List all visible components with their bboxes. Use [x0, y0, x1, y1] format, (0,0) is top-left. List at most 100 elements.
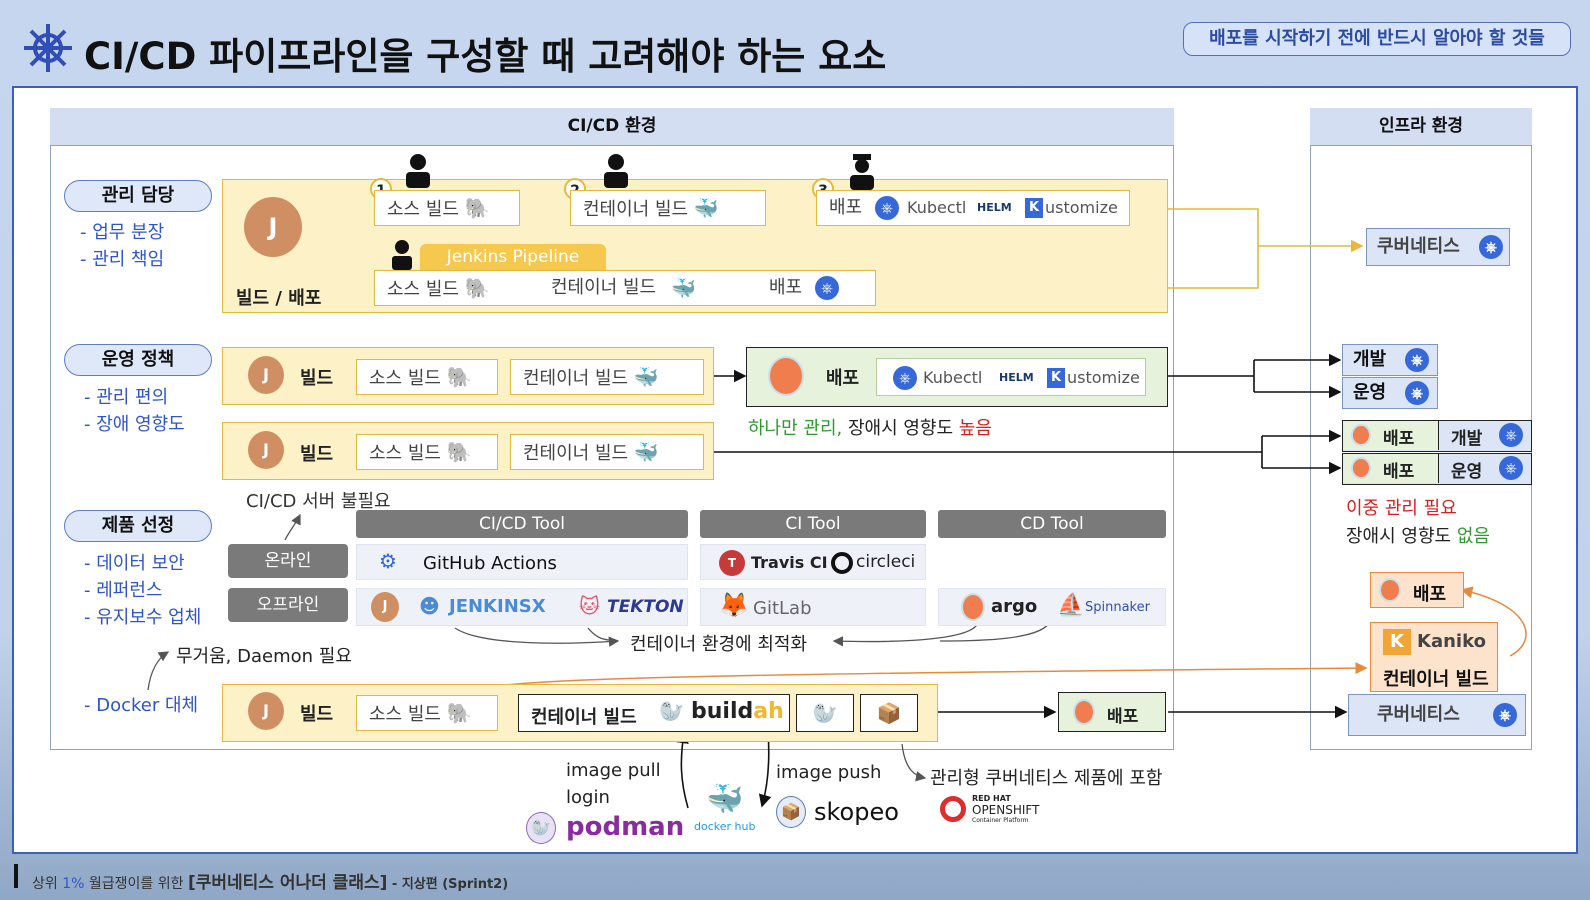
admin-icon — [390, 238, 414, 270]
pipeline-deploy-text: 배포 — [769, 277, 803, 298]
kubernetes-icon: ⎈ — [1499, 423, 1523, 447]
openshift-logo-icon — [940, 796, 966, 822]
helm-icon: HELM — [999, 371, 1034, 384]
ops-item-1: - 관리 편의 — [84, 387, 169, 408]
kubectl-text: Kubectl — [907, 198, 967, 217]
pipeline-container-build-text: 컨테이너 빌드 — [551, 277, 657, 298]
row3-source-build: 소스 빌드 🐘 — [356, 434, 498, 470]
argo-deploy-text: 배포 — [1383, 429, 1415, 449]
jenkinsx-icon: ☻ — [419, 594, 440, 618]
online-ci-cell: T Travis CI circleci — [700, 544, 926, 580]
developer-icon — [404, 152, 432, 188]
buildah-text-a: build — [691, 699, 754, 724]
argo-octopus-icon — [1073, 699, 1095, 725]
offline-cd-cell: argo ⛵ Spinnaker — [938, 588, 1166, 626]
row2-container-build: 컨테이너 빌드 🐳 — [510, 359, 704, 395]
cicd-tool-header: CI/CD Tool — [356, 510, 688, 538]
pipeline-source-build-text: 소스 빌드 — [387, 279, 459, 300]
skopeo-small-icon-box: 📦 — [860, 694, 918, 732]
kaniko-deploy-box: 배포 — [1370, 572, 1464, 608]
kubernetes-icon: ⎈ — [1405, 348, 1429, 372]
jenkins-logo-icon: J — [248, 692, 284, 730]
github-actions-icon: ⚙ — [379, 549, 397, 573]
jenkins-logo-icon: J — [371, 592, 399, 622]
travis-ci-icon: T — [719, 550, 745, 576]
row4-build-label: 빌드 — [300, 704, 334, 725]
gitlab-text: GitLab — [753, 598, 812, 619]
argo-octopus-icon — [1379, 578, 1401, 602]
circleci-text: circleci — [856, 552, 916, 572]
row1-container-build: 컨테이너 빌드 🐳 — [570, 190, 766, 226]
footer-c: 월급쟁이를 위한 — [84, 876, 188, 892]
infra-k8s-box-2: 쿠버네티스 ⎈ — [1348, 694, 1526, 736]
build-deploy-label: 빌드 / 배포 — [236, 288, 322, 309]
spinnaker-text: Spinnaker — [1085, 600, 1150, 615]
jenkins-logo-icon: J — [244, 197, 302, 257]
skopeo-icon: 📦 — [776, 796, 806, 828]
kaniko-container-build-text: 컨테이너 빌드 — [1383, 669, 1489, 690]
jenkins-logo-icon: J — [248, 431, 284, 469]
prod-text: 운영 — [1451, 462, 1483, 482]
buildah-text: buildah — [691, 699, 784, 724]
online-label: 온라인 — [228, 544, 348, 578]
kaniko-text: Kaniko — [1417, 631, 1486, 652]
docker-whale-icon: 🐳 — [633, 365, 659, 389]
heavy-daemon-note: 무거움, Daemon 필요 — [176, 646, 352, 667]
k8s-text: 쿠버네티스 — [1377, 236, 1460, 257]
openshift-text-1: RED HAT — [972, 794, 1011, 803]
container-build-text: 컨테이너 빌드 — [523, 368, 629, 389]
kubernetes-icon: ⎈ — [815, 276, 839, 300]
kaniko-icon: K — [1383, 629, 1411, 655]
note-manage-one: 하나만 관리, — [748, 418, 843, 439]
cd-tool-header: CD Tool — [938, 510, 1166, 538]
spinnaker-icon: ⛵ — [1057, 593, 1085, 618]
source-build-text: 소스 빌드 — [369, 368, 441, 389]
dev-text: 개발 — [1353, 349, 1387, 370]
operator-icon — [848, 154, 876, 190]
gradle-elephant-icon: 🐘 — [464, 196, 490, 220]
travis-ci-text: Travis CI — [751, 553, 828, 572]
kubernetes-icon: ⎈ — [1405, 381, 1429, 405]
source-build-text: 소스 빌드 — [369, 704, 441, 725]
helm-icon: HELM — [977, 201, 1012, 214]
github-actions-text: GitHub Actions — [423, 553, 557, 574]
row4-container-build: 컨테이너 빌드 🦭 buildah — [518, 694, 790, 732]
docker-replacement-label: - Docker 대체 — [84, 695, 199, 716]
kubernetes-icon: ⎈ — [875, 196, 899, 220]
kubernetes-icon: ⎈ — [1479, 235, 1503, 259]
gradle-elephant-icon: 🐘 — [446, 365, 472, 389]
buildah-text-b: ah — [753, 699, 784, 724]
row4-source-build: 소스 빌드 🐘 — [356, 695, 498, 731]
kustomize-k-icon: K — [1047, 368, 1065, 388]
kaniko-box: K Kaniko 컨테이너 빌드 — [1370, 622, 1498, 692]
skopeo-text: skopeo — [814, 798, 899, 826]
docker-whale-icon: 🐳 — [633, 440, 659, 464]
container-build-text: 컨테이너 빌드 — [531, 707, 637, 728]
gradle-elephant-icon: 🐘 — [446, 440, 472, 464]
section-product-label: 제품 선정 — [64, 510, 212, 542]
dockerhub-text: docker hub — [694, 820, 756, 833]
footer-a: 상위 — [32, 876, 63, 892]
podman-text: podman — [566, 812, 685, 842]
note-impact: 장애시 영향도 — [842, 418, 959, 439]
image-push-text: image push — [776, 762, 882, 783]
offline-ci-cell: 🦊 GitLab — [700, 588, 926, 626]
row2-deploy-label: 배포 — [826, 368, 860, 389]
jenkinsx-text: JENKINSX — [449, 596, 546, 617]
offline-cicd-cell: J JENKINSX ☻ 🐱 TEKTON — [356, 588, 688, 626]
docker-whale-icon: 🐳 — [671, 276, 696, 300]
note-high: 높음 — [958, 418, 992, 439]
kustomize-text: ustomize — [1045, 198, 1118, 217]
footer-e: - 지상편 (Sprint2) — [387, 877, 509, 892]
argo-octopus-icon — [961, 593, 985, 621]
deploy-text: 배포 — [829, 197, 863, 218]
none-text: 없음 — [1456, 526, 1490, 547]
kubernetes-icon: ⎈ — [893, 366, 917, 390]
product-item-3: - 유지보수 업체 — [84, 607, 202, 628]
product-item-1: - 데이터 보안 — [84, 553, 185, 574]
jenkins-logo-icon: J — [248, 356, 284, 394]
podman-small-icon-box: 🦭 — [796, 694, 854, 732]
gradle-elephant-icon: 🐘 — [446, 701, 472, 725]
jenkins-pipeline-tag: Jenkins Pipeline — [420, 244, 606, 270]
source-build-text: 소스 빌드 — [369, 443, 441, 464]
